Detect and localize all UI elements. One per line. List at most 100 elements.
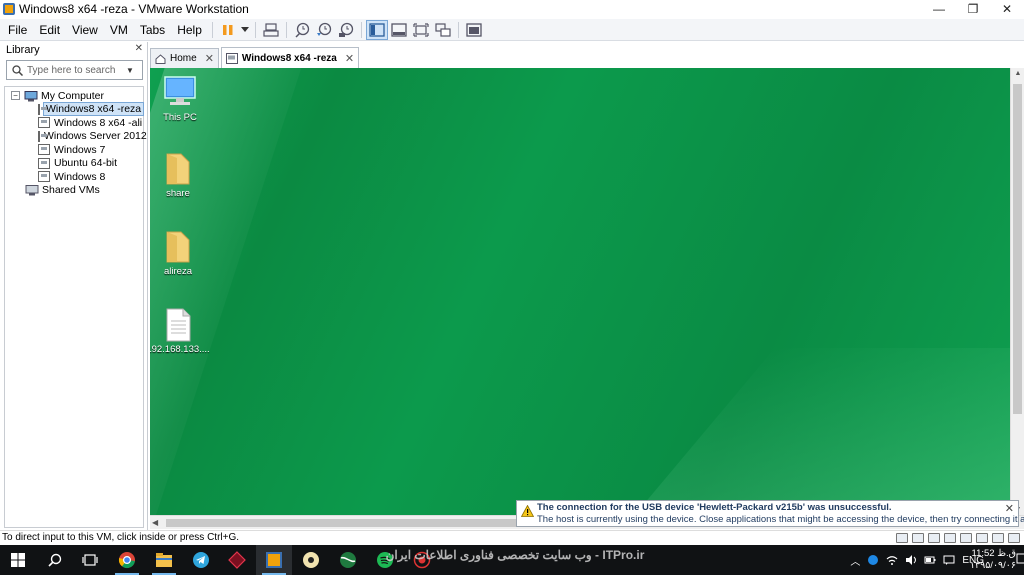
taskbar-app-red[interactable] [219,545,255,575]
vm-icon [38,144,50,156]
chrome-icon [118,552,135,569]
unity-button[interactable] [432,20,454,40]
snapshot-manager-button[interactable] [335,20,357,40]
desktop-icon-file[interactable]: 192.168.133.... [150,308,210,355]
library-search-input[interactable] [27,64,122,76]
battery-icon[interactable] [924,554,936,566]
notification-message: The host is currently using the device. … [537,514,1024,525]
tree-item-vm[interactable]: Windows 8 [5,170,143,184]
clock-time: 11:52 ق.ظ [971,548,1016,559]
network-adapter-icon[interactable] [928,533,940,543]
task-view-icon [82,554,98,566]
tree-item-label: Ubuntu 64-bit [54,157,118,170]
thumbnail-bar-button[interactable] [388,20,410,40]
show-library-button[interactable] [365,19,388,40]
close-button[interactable]: ✕ [990,0,1024,18]
power-dropdown-button[interactable] [239,20,251,40]
tree-item-vm[interactable]: Windows8 x64 -reza [5,102,145,117]
tree-item-vm[interactable]: Windows 7 [5,143,143,157]
clock-manager-icon [338,22,354,37]
taskbar-clock[interactable]: 11:52 ق.ظ ۱۳۹۵/۰۹/۰۶ [970,548,1016,572]
tree-item-vm[interactable]: Windows 8 x64 -ali [5,116,143,130]
folder-icon [166,153,190,185]
scroll-up-icon[interactable]: ▲ [1011,70,1024,77]
tray-app-icon[interactable] [867,554,879,566]
desktop-icon-this-pc[interactable]: This PC [150,74,210,123]
hard-disk-icon[interactable] [896,533,908,543]
globe-icon [340,552,356,568]
desktop-icon-alireza[interactable]: alireza [150,228,208,277]
windows-taskbar: وب سایت تخصصی فناوری اطلاعات ایران - ITP… [0,545,1024,575]
vm-icon [38,117,50,129]
vmware-app-icon [3,3,15,15]
message-icon[interactable] [943,554,955,566]
notifications-icon[interactable] [1016,553,1024,567]
scroll-left-icon[interactable]: ◀ [152,516,158,530]
menu-tabs[interactable]: Tabs [134,19,171,41]
vertical-scroll-thumb[interactable] [1013,84,1022,414]
revert-snapshot-button[interactable] [313,20,335,40]
search-dropdown-icon[interactable]: ▼ [126,66,134,75]
taskbar-search-button[interactable] [37,545,73,575]
library-header: Library [6,44,40,56]
device-icons [896,533,1020,543]
chevron-up-icon[interactable]: ︿ [850,553,860,568]
full-screen-button[interactable] [410,20,432,40]
toolbar-separator [211,21,213,38]
disc-icon [303,552,319,568]
pause-button[interactable] [217,20,239,40]
library-view-icon [369,22,385,37]
menu-vm[interactable]: VM [104,19,134,41]
restore-button[interactable]: ❐ [956,0,990,18]
menu-help[interactable]: Help [171,19,208,41]
vm-display[interactable]: This PC share alireza 192.168.133.... [150,68,1010,515]
tree-item-shared-vms[interactable]: Shared VMs [5,184,143,198]
tree-item-my-computer[interactable]: − My Computer [5,89,143,103]
taskbar-telegram[interactable] [183,545,219,575]
cd-drive-icon[interactable] [912,533,924,543]
display-icon[interactable] [992,533,1004,543]
tab-home[interactable]: Home ✕ [150,48,219,68]
unity-icon [435,22,451,37]
taskbar-vmware[interactable] [256,545,292,575]
menu-edit[interactable]: Edit [33,19,66,41]
taskbar-file-explorer[interactable] [146,545,182,575]
tree-item-vm[interactable]: Ubuntu 64-bit [5,157,143,171]
notification-close-button[interactable]: ✕ [1005,502,1014,515]
printer-icon[interactable] [976,533,988,543]
diamond-app-icon [228,551,246,569]
snapshot-button[interactable] [291,20,313,40]
menu-bar: File Edit View VM Tabs Help [0,19,1024,41]
tab-vm[interactable]: Windows8 x64 -reza ✕ [220,47,360,68]
toolbar-separator [285,21,287,38]
task-view-button[interactable] [72,545,108,575]
vm-icon [38,130,47,142]
send-ctrl-alt-del-button[interactable] [260,20,282,40]
taskbar-media-app[interactable] [293,545,329,575]
menu-view[interactable]: View [66,19,104,41]
horizontal-scroll-thumb[interactable] [166,519,516,527]
wifi-icon[interactable] [886,554,898,566]
clock-revert-icon [316,22,332,36]
pc-icon [164,76,196,105]
taskbar-chrome[interactable] [109,545,145,575]
message-log-icon[interactable] [1008,533,1020,543]
start-button[interactable] [0,545,36,575]
toolbar-separator [254,21,256,38]
close-tab-icon[interactable]: ✕ [345,52,354,65]
tree-item-label: Windows Server 2012 [44,130,147,143]
collapse-icon[interactable]: − [11,91,20,101]
tree-item-vm[interactable]: Windows Server 2012 [5,130,147,144]
minimize-button[interactable]: — [922,0,956,18]
library-close-button[interactable]: ✕ [135,43,143,54]
volume-icon[interactable] [905,554,917,566]
desktop-icon-share[interactable]: share [150,150,208,199]
usb-device-icon[interactable] [944,533,956,543]
vertical-scrollbar[interactable]: ▲ ▼ [1010,68,1024,515]
menu-file[interactable]: File [0,19,33,41]
toolbar-separator [457,21,459,38]
close-tab-icon[interactable]: ✕ [205,52,214,65]
vm-icon [225,52,238,64]
sound-card-icon[interactable] [960,533,972,543]
console-view-button[interactable] [463,20,485,40]
